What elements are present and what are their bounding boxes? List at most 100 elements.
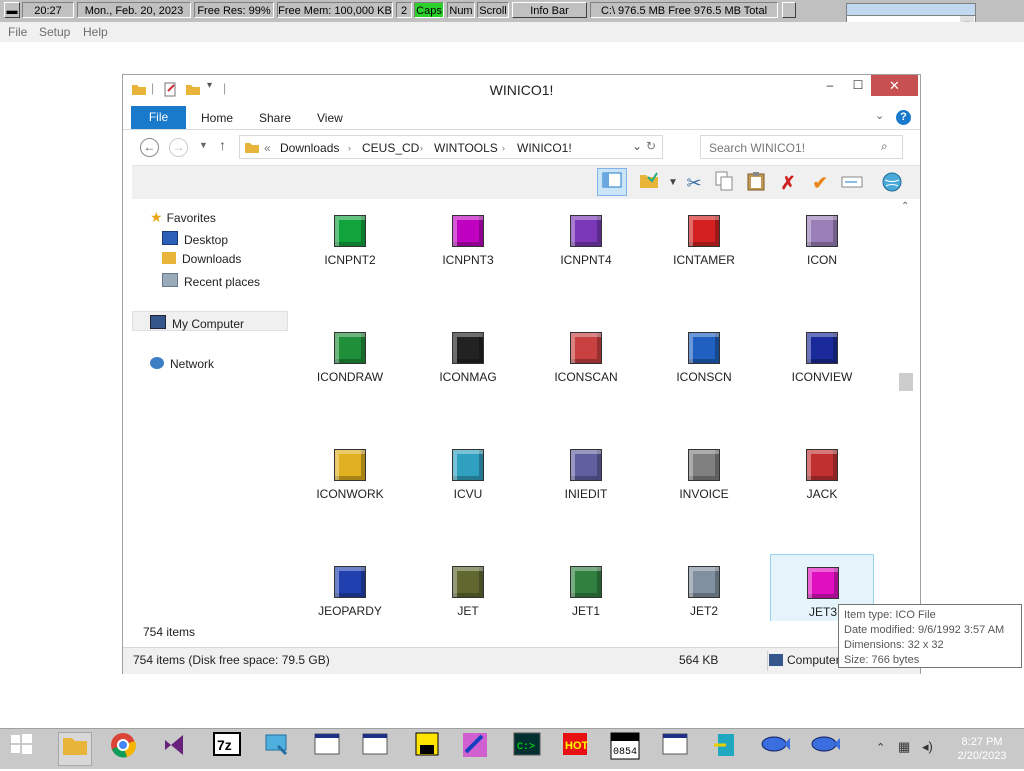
breadcrumb-ceus-cd[interactable]: CEUS_CD bbox=[362, 141, 419, 155]
back-icon[interactable]: ← bbox=[140, 138, 159, 157]
app-menu-bar: File Setup Help bbox=[0, 22, 1024, 42]
tab-view[interactable]: View bbox=[317, 111, 343, 125]
vertical-scrollbar[interactable]: ⌃ bbox=[898, 201, 915, 621]
file-item[interactable]: ICONVIEW bbox=[770, 320, 874, 430]
start-button[interactable] bbox=[4, 732, 38, 766]
folder-options-icon[interactable] bbox=[637, 171, 661, 195]
ribbon-expand-icon[interactable]: ⌄ bbox=[875, 109, 884, 122]
nav-desktop[interactable]: Desktop bbox=[162, 231, 228, 247]
rename-icon[interactable] bbox=[840, 171, 864, 195]
cut-icon[interactable]: ✂ bbox=[682, 171, 706, 195]
file-item[interactable]: ICONSCN bbox=[652, 320, 756, 430]
preview-pane-icon[interactable] bbox=[597, 168, 627, 196]
breadcrumb-overflow[interactable]: « bbox=[264, 141, 271, 155]
window-taskbar-icon-3[interactable] bbox=[658, 732, 692, 766]
nav-downloads[interactable]: Downloads bbox=[162, 252, 241, 266]
desktop-icon bbox=[162, 231, 178, 245]
file-item[interactable]: ICNPNT3 bbox=[416, 203, 520, 313]
fish-taskbar-icon-2[interactable] bbox=[808, 732, 842, 766]
chevron-right-icon[interactable]: › bbox=[502, 143, 505, 153]
infobar-minimize-button[interactable] bbox=[782, 2, 796, 18]
chevron-right-icon[interactable]: › bbox=[348, 143, 351, 153]
chevron-right-icon[interactable]: › bbox=[420, 143, 423, 153]
recent-locations-icon[interactable]: ▼ bbox=[199, 140, 208, 150]
paint-taskbar-icon[interactable] bbox=[458, 732, 492, 766]
taskbar-clock[interactable]: 8:27 PM 2/20/2023 bbox=[950, 735, 1014, 763]
chrome-taskbar-icon[interactable] bbox=[106, 732, 140, 766]
copy-icon[interactable] bbox=[712, 171, 736, 195]
paste-icon[interactable] bbox=[744, 171, 768, 195]
file-item[interactable]: JACK bbox=[770, 437, 874, 547]
window-taskbar-icon[interactable] bbox=[310, 732, 344, 766]
checkmark-icon[interactable]: ✔ bbox=[808, 171, 832, 195]
menu-file[interactable]: File bbox=[8, 25, 27, 39]
file-item[interactable]: ICON bbox=[770, 203, 874, 313]
exit-door-taskbar-icon[interactable] bbox=[708, 732, 742, 766]
tab-file[interactable]: File bbox=[131, 106, 186, 129]
window-taskbar-icon-2[interactable] bbox=[358, 732, 392, 766]
fish-taskbar-icon[interactable] bbox=[758, 732, 792, 766]
visual-studio-taskbar-icon[interactable] bbox=[158, 732, 192, 766]
file-item[interactable]: JET1 bbox=[534, 554, 638, 621]
file-item[interactable]: JEOPARDY bbox=[298, 554, 402, 621]
info-bar-button[interactable]: Info Bar bbox=[512, 2, 587, 18]
up-icon[interactable]: ↑ bbox=[219, 137, 226, 153]
file-item[interactable]: JET bbox=[416, 554, 520, 621]
chevron-up-icon[interactable]: ⌃ bbox=[876, 741, 885, 754]
tab-home[interactable]: Home bbox=[201, 111, 233, 125]
file-item[interactable]: ICVU bbox=[416, 437, 520, 547]
globe-icon[interactable] bbox=[880, 171, 904, 195]
7zip-taskbar-icon[interactable]: 7z bbox=[210, 732, 244, 766]
navigation-pane: ★ Favorites Desktop Downloads Recent plac… bbox=[132, 201, 292, 621]
hot-taskbar-icon[interactable]: HOT bbox=[558, 732, 592, 766]
file-item[interactable]: ICONSCAN bbox=[534, 320, 638, 430]
file-explorer-taskbar-icon[interactable] bbox=[58, 732, 92, 766]
search-input[interactable]: Search WINICO1! bbox=[709, 141, 805, 155]
breadcrumb-wintools[interactable]: WINTOOLS bbox=[434, 141, 498, 155]
status-divider bbox=[767, 651, 768, 671]
nav-my-computer[interactable]: My Computer bbox=[150, 315, 244, 331]
breadcrumb-downloads[interactable]: Downloads bbox=[280, 141, 339, 155]
taskbar: 7z C:> HOT 0854 ⌃ ▦ ◂) 8:27 PM 2/20/2023 bbox=[0, 728, 1024, 769]
toolbar: ▼ ✂ ✗ ✔ bbox=[132, 165, 920, 199]
nav-network[interactable]: Network bbox=[150, 357, 214, 371]
file-item[interactable]: ICONWORK bbox=[298, 437, 402, 547]
dropdown-field[interactable] bbox=[847, 4, 975, 16]
address-bar[interactable]: « Downloads › CEUS_CD › WINTOOLS › WINIC… bbox=[239, 135, 663, 159]
file-item[interactable]: ICNTAMER bbox=[652, 203, 756, 313]
tab-share[interactable]: Share bbox=[259, 111, 291, 125]
ico-file-icon bbox=[807, 567, 839, 599]
forward-icon[interactable]: → bbox=[169, 138, 188, 157]
remote-app-taskbar-icon[interactable] bbox=[260, 732, 294, 766]
refresh-icon[interactable]: ↻ bbox=[646, 139, 656, 153]
file-item[interactable]: ICONDRAW bbox=[298, 320, 402, 430]
file-item[interactable]: ICONMAG bbox=[416, 320, 520, 430]
scrollbar-thumb[interactable] bbox=[899, 373, 913, 391]
nav-favorites[interactable]: ★ Favorites bbox=[150, 209, 216, 226]
file-item[interactable]: ICNPNT4 bbox=[534, 203, 638, 313]
file-item[interactable]: ICNPNT2 bbox=[298, 203, 402, 313]
search-icon[interactable]: ⌕ bbox=[881, 139, 888, 154]
system-menu-button[interactable]: ▬ bbox=[4, 2, 20, 18]
file-item[interactable]: JET2 bbox=[652, 554, 756, 621]
delete-icon[interactable]: ✗ bbox=[776, 171, 800, 195]
terminal-taskbar-icon[interactable]: C:> bbox=[510, 732, 544, 766]
scroll-up-icon[interactable]: ⌃ bbox=[901, 201, 909, 212]
help-icon[interactable]: ? bbox=[896, 110, 911, 125]
close-button[interactable]: ✕ bbox=[871, 75, 918, 96]
menu-help[interactable]: Help bbox=[83, 25, 108, 39]
ico-file-icon bbox=[806, 215, 838, 247]
file-tooltip: Item type: ICO File Date modified: 9/6/1… bbox=[838, 604, 1022, 668]
volume-tray-icon[interactable]: ◂) bbox=[922, 739, 933, 755]
hours-counter-taskbar-icon[interactable]: 0854 bbox=[608, 732, 642, 766]
breadcrumb-winico1[interactable]: WINICO1! bbox=[517, 141, 572, 155]
chevron-down-icon[interactable]: ⌄ bbox=[632, 139, 642, 153]
network-tray-icon[interactable]: ▦ bbox=[898, 739, 910, 755]
search-box[interactable]: Search WINICO1! ⌕ bbox=[700, 135, 903, 159]
scroll-indicator: Scroll bbox=[477, 2, 509, 18]
nav-recent-places[interactable]: Recent places bbox=[162, 273, 260, 289]
file-item[interactable]: INIEDIT bbox=[534, 437, 638, 547]
floppy-taskbar-icon[interactable] bbox=[410, 732, 444, 766]
file-item[interactable]: INVOICE bbox=[652, 437, 756, 547]
menu-setup[interactable]: Setup bbox=[39, 25, 70, 39]
